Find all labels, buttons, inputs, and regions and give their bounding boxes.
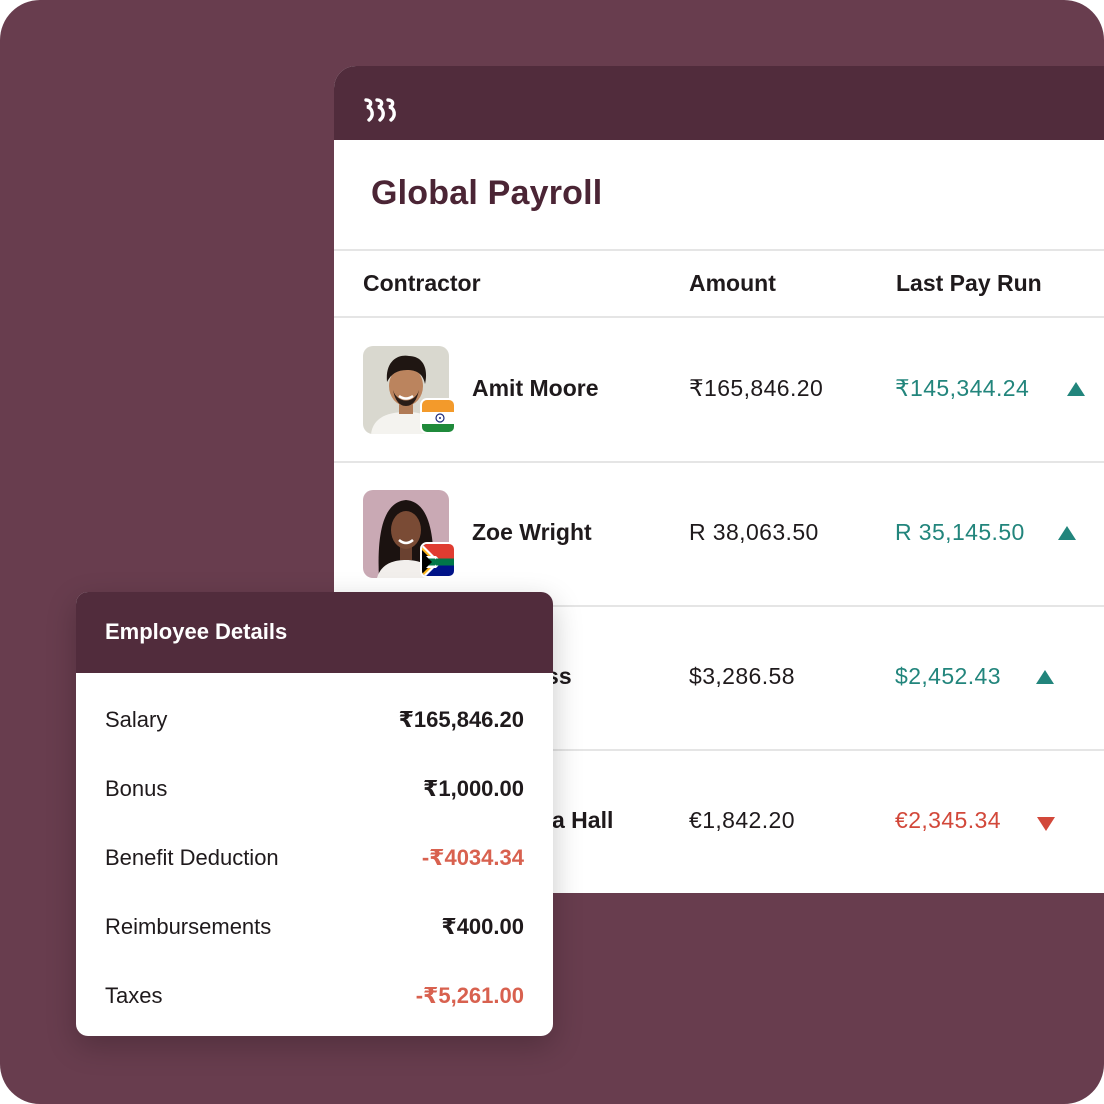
table-row[interactable]: Amit Moore ₹165,846.20 ₹145,344.24 xyxy=(334,318,1104,462)
window-header-bar xyxy=(334,66,1104,140)
detail-label: Reimbursements xyxy=(105,914,272,939)
brand-logo-icon[interactable] xyxy=(364,96,400,124)
contractor-name[interactable]: a Hall xyxy=(552,807,613,834)
page-title: Global Payroll xyxy=(371,174,603,212)
detail-row-bonus: Bonus ₹1,000.00 xyxy=(105,776,524,806)
south-africa-flag-icon xyxy=(420,542,456,578)
detail-label: Bonus xyxy=(105,776,168,801)
column-header-contractor[interactable]: Contractor xyxy=(363,270,481,297)
last-pay-run-value: €2,345.34 xyxy=(895,807,1001,833)
divider xyxy=(334,249,1104,251)
detail-value: ₹400.00 xyxy=(441,914,524,939)
card-title: Employee Details xyxy=(76,592,553,673)
table-row[interactable]: Zoe Wright R 38,063.50 R 35,145.50 xyxy=(334,462,1104,606)
last-pay-run-value: ₹145,344.24 xyxy=(895,375,1030,401)
trend-up-icon xyxy=(1067,382,1085,396)
detail-row-taxes: Taxes -₹5,261.00 xyxy=(105,983,524,1013)
detail-label: Salary xyxy=(105,707,168,732)
amount-value: €1,842.20 xyxy=(689,807,795,833)
last-pay-run-value: $2,452.43 xyxy=(895,663,1001,689)
amount-value: $3,286.58 xyxy=(689,663,795,689)
trend-down-icon xyxy=(1037,817,1055,831)
detail-value: -₹4034.34 xyxy=(421,845,524,870)
detail-label: Taxes xyxy=(105,983,163,1008)
amount-value: ₹165,846.20 xyxy=(689,375,824,401)
detail-row-salary: Salary ₹165,846.20 xyxy=(105,707,524,737)
detail-row-reimbursements: Reimbursements ₹400.00 xyxy=(105,914,524,944)
column-header-amount[interactable]: Amount xyxy=(689,270,776,297)
detail-label: Benefit Deduction xyxy=(105,845,279,870)
detail-value: ₹1,000.00 xyxy=(423,776,524,801)
column-header-last-pay-run[interactable]: Last Pay Run xyxy=(896,270,1042,297)
amount-value: R 38,063.50 xyxy=(689,519,819,545)
detail-row-benefit-deduction: Benefit Deduction -₹4034.34 xyxy=(105,845,524,875)
detail-value: -₹5,261.00 xyxy=(415,983,524,1008)
contractor-name[interactable]: Amit Moore xyxy=(472,375,599,402)
background-canvas: Global Payroll Contractor Amount Last Pa… xyxy=(0,0,1104,1104)
contractor-name[interactable]: Zoe Wright xyxy=(472,519,592,546)
india-flag-icon xyxy=(420,398,456,434)
trend-up-icon xyxy=(1036,670,1054,684)
trend-up-icon xyxy=(1058,526,1076,540)
last-pay-run-value: R 35,145.50 xyxy=(895,519,1025,545)
employee-details-card: Employee Details Salary ₹165,846.20 Bonu… xyxy=(76,592,553,1036)
detail-value: ₹165,846.20 xyxy=(398,707,524,732)
